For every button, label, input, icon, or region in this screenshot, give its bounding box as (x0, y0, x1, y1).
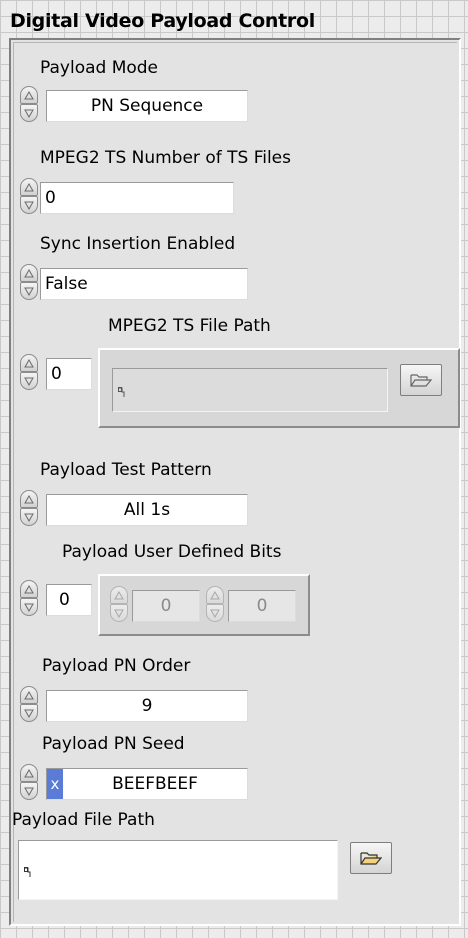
mpeg2-num-files-input[interactable]: 0 (40, 182, 234, 214)
user-bits-element-1: 0 (228, 590, 296, 622)
decrement-icon (206, 604, 224, 622)
user-bits-index[interactable]: 0 (46, 584, 92, 616)
sync-insertion-ring[interactable]: False (40, 268, 248, 300)
decrement-icon[interactable] (20, 104, 38, 122)
sync-insertion-label: Sync Insertion Enabled (40, 234, 236, 254)
mpeg2-num-files-label: MPEG2 TS Number of TS Files (40, 148, 291, 168)
increment-icon[interactable] (20, 354, 38, 372)
payload-file-path-label: Payload File Path (12, 810, 155, 830)
sync-insertion-spinner[interactable] (20, 264, 38, 300)
payload-mode-ring[interactable]: PN Sequence (46, 90, 248, 122)
folder-open-icon (410, 374, 432, 387)
increment-icon[interactable] (20, 580, 38, 598)
decrement-icon[interactable] (20, 508, 38, 526)
decrement-icon[interactable] (20, 598, 38, 616)
increment-icon[interactable] (20, 764, 38, 782)
decrement-icon[interactable] (20, 196, 38, 214)
decrement-icon[interactable] (20, 704, 38, 722)
payload-mode-spinner[interactable] (20, 86, 38, 122)
user-bits-element-1-spinner (206, 586, 224, 622)
payload-file-path-input[interactable] (18, 840, 338, 900)
increment-icon (206, 586, 224, 604)
user-bits-element-0: 0 (132, 590, 200, 622)
mpeg2-file-path-index[interactable]: 0 (46, 358, 92, 390)
increment-icon[interactable] (20, 86, 38, 104)
decrement-icon[interactable] (20, 782, 38, 800)
test-pattern-ring[interactable]: All 1s (46, 494, 248, 526)
mpeg2-num-files-spinner[interactable] (20, 178, 38, 214)
mpeg2-file-path-input[interactable] (112, 368, 388, 412)
test-pattern-spinner[interactable] (20, 490, 38, 526)
path-symbol-icon (118, 387, 125, 397)
payload-mode-label: Payload Mode (40, 58, 159, 78)
increment-icon[interactable] (20, 178, 38, 196)
payload-control-cluster: Digital Video Payload Control Payload Mo… (0, 0, 468, 938)
decrement-icon[interactable] (20, 372, 38, 390)
path-symbol-icon (24, 867, 31, 877)
mpeg2-file-path-label: MPEG2 TS File Path (108, 316, 271, 336)
payload-browse-button[interactable] (350, 842, 392, 874)
user-bits-element-0-spinner (110, 586, 128, 622)
increment-icon (110, 586, 128, 604)
test-pattern-label: Payload Test Pattern (40, 460, 212, 480)
user-bits-index-spinner[interactable] (20, 580, 38, 616)
pn-seed-spinner[interactable] (20, 764, 38, 800)
decrement-icon[interactable] (20, 282, 38, 300)
decrement-icon (110, 604, 128, 622)
pn-seed-input[interactable]: BEEFBEEF (46, 768, 248, 800)
pn-order-label: Payload PN Order (42, 656, 191, 676)
increment-icon[interactable] (20, 686, 38, 704)
pn-order-input[interactable]: 9 (46, 690, 248, 722)
cluster-title: Digital Video Payload Control (10, 10, 315, 32)
pn-order-spinner[interactable] (20, 686, 38, 722)
pn-seed-radix[interactable]: x (47, 769, 63, 799)
folder-open-icon (360, 852, 382, 865)
increment-icon[interactable] (20, 490, 38, 508)
pn-seed-label: Payload PN Seed (42, 734, 185, 754)
user-bits-label: Payload User Defined Bits (62, 542, 282, 562)
mpeg2-browse-button[interactable] (400, 364, 442, 396)
increment-icon[interactable] (20, 264, 38, 282)
mpeg2-file-path-index-spinner[interactable] (20, 354, 38, 390)
